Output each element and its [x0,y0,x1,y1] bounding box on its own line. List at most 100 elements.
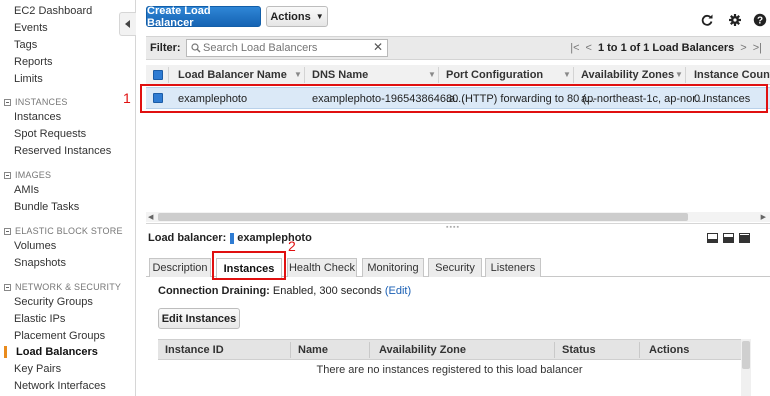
pane-bottom-icon[interactable] [707,233,718,243]
refresh-icon[interactable] [700,13,714,27]
scroll-left-icon[interactable]: ◀ [148,213,153,221]
nav-amis[interactable]: AMIs [14,184,39,196]
column-divider [290,342,291,358]
column-divider [554,342,555,358]
pane-half-icon[interactable] [723,233,734,243]
last-page-icon[interactable]: >| [753,42,762,54]
column-divider [438,67,439,83]
draining-value: Enabled, 300 seconds [272,285,382,297]
collapse-icon [4,98,11,106]
column-divider [168,67,169,83]
column-divider [369,342,370,358]
grid-header: Load Balancer Name ▼ DNS Name ▼ Port Con… [146,65,770,85]
tab-health-check[interactable]: Health Check [287,258,357,277]
collapse-icon [4,171,11,179]
nav-bundle-tasks[interactable]: Bundle Tasks [14,201,79,213]
column-header-zones[interactable]: Availability Zones [581,69,674,81]
search-input[interactable] [203,41,373,55]
column-header-instance-id[interactable]: Instance ID [165,344,224,356]
detail-name: examplephoto [237,232,312,244]
search-box[interactable]: ✕ [186,39,388,57]
actions-label: Actions [270,10,311,23]
selection-swatch [230,232,235,244]
column-header-availability-zone[interactable]: Availability Zone [379,344,466,356]
tab-monitoring[interactable]: Monitoring [362,258,424,277]
sort-icon[interactable]: ▼ [563,70,571,79]
column-header-port[interactable]: Port Configuration [446,69,543,81]
detail-label: Load balancer: [148,232,227,244]
grip-icon[interactable]: ▪▪▪▪ [446,224,460,231]
pager: |< < 1 to 1 of 1 Load Balancers > >| [570,42,762,54]
nav-placement-groups[interactable]: Placement Groups [14,330,105,342]
column-header-actions[interactable]: Actions [649,344,689,356]
vertical-scrollbar[interactable] [741,339,751,396]
scroll-right-icon[interactable]: ▶ [761,213,766,221]
pane-splitter[interactable]: ▪▪▪▪ [146,223,770,231]
nav-limits[interactable]: Limits [14,73,43,85]
horizontal-scrollbar[interactable]: ◀ ▶ [146,212,770,222]
svg-text:?: ? [757,16,763,27]
column-header-count[interactable]: Instance Count [694,69,770,81]
prev-page-icon[interactable]: < [586,42,592,54]
edit-instances-button[interactable]: Edit Instances [158,308,240,329]
nav-tags[interactable]: Tags [14,39,37,51]
column-header-instance-name[interactable]: Name [298,344,328,356]
section-ebs[interactable]: ELASTIC BLOCK STORE [4,226,123,236]
scrollbar-thumb[interactable] [158,213,688,221]
tab-description[interactable]: Description [149,258,211,277]
search-icon [191,43,201,56]
nav-instances[interactable]: Instances [14,111,61,123]
nav-reserved-instances[interactable]: Reserved Instances [14,145,111,157]
column-header-name[interactable]: Load Balancer Name [178,69,287,81]
section-images[interactable]: IMAGES [4,170,51,180]
nav-spot-requests[interactable]: Spot Requests [14,128,86,140]
nav-key-pairs[interactable]: Key Pairs [14,363,61,375]
help-icon[interactable]: ? [753,13,767,27]
collapse-sidebar-button[interactable] [119,12,136,36]
clear-icon[interactable]: ✕ [373,40,383,54]
section-title: ELASTIC BLOCK STORE [15,226,123,236]
column-header-dns[interactable]: DNS Name [312,69,368,81]
column-divider [639,342,640,358]
sort-icon[interactable]: ▼ [428,70,436,79]
active-indicator [4,346,7,358]
first-page-icon[interactable]: |< [570,42,579,54]
empty-message: There are no instances registered to thi… [316,364,583,376]
scrollbar-thumb[interactable] [742,341,750,369]
column-divider [304,67,305,83]
section-title: INSTANCES [15,97,68,107]
draining-edit-link[interactable]: (Edit) [385,285,411,297]
nav-load-balancers[interactable]: Load Balancers [16,346,98,358]
filter-bar: Filter: ✕ |< < 1 to 1 of 1 Load Balancer… [146,36,770,60]
nav-events[interactable]: Events [14,22,48,34]
nav-snapshots[interactable]: Snapshots [14,257,66,269]
annotation-number-2: 2 [288,238,296,254]
section-title: NETWORK & SECURITY [15,282,122,292]
tab-listeners[interactable]: Listeners [485,258,541,277]
filter-label: Filter: [150,42,181,54]
annotation-box-row [140,84,768,113]
section-instances[interactable]: INSTANCES [4,97,68,107]
actions-button[interactable]: Actions ▼ [266,6,328,27]
nav-volumes[interactable]: Volumes [14,240,56,252]
connection-draining: Connection Draining: Enabled, 300 second… [158,285,411,297]
next-page-icon[interactable]: > [740,42,746,54]
annotation-box-tab [212,251,286,280]
sort-icon[interactable]: ▼ [294,70,302,79]
nav-network-interfaces[interactable]: Network Interfaces [14,380,106,392]
nav-ec2-dashboard[interactable]: EC2 Dashboard [14,5,92,17]
column-header-status[interactable]: Status [562,344,596,356]
nav-elastic-ips[interactable]: Elastic IPs [14,313,65,325]
create-load-balancer-button[interactable]: Create Load Balancer [146,5,261,29]
column-divider [685,67,686,83]
section-network-security[interactable]: NETWORK & SECURITY [4,282,121,292]
collapse-icon [4,283,11,291]
tab-security[interactable]: Security [428,258,482,277]
nav-reports[interactable]: Reports [14,56,53,68]
pane-full-icon[interactable] [739,233,750,243]
select-all-checkbox[interactable] [153,70,163,80]
gear-icon[interactable] [728,13,742,27]
sort-icon[interactable]: ▼ [675,70,683,79]
nav-security-groups[interactable]: Security Groups [14,296,93,308]
section-title: IMAGES [15,170,52,180]
